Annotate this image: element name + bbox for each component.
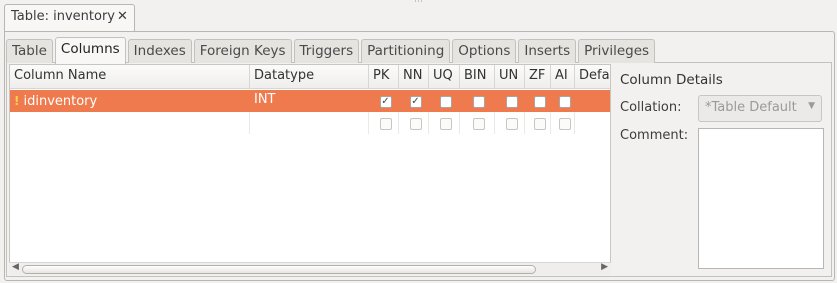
uq-checkbox[interactable]: [440, 118, 452, 130]
tab-indexes[interactable]: Indexes: [127, 39, 192, 63]
datatype-cell[interactable]: [250, 112, 369, 134]
document-tab[interactable]: Table: inventory ✕: [4, 4, 135, 32]
scrollbar-thumb[interactable]: [22, 265, 536, 274]
header-pk[interactable]: PK: [369, 65, 399, 89]
tab-foreign-keys[interactable]: Foreign Keys: [193, 39, 292, 63]
column-name-cell[interactable]: ! idinventory: [10, 90, 250, 112]
scroll-left-icon[interactable]: ◀: [12, 262, 19, 272]
columns-grid[interactable]: Column Name Datatype PK NN UQ BIN UN ZF …: [9, 64, 611, 275]
header-datatype[interactable]: Datatype: [250, 65, 369, 89]
pane-resize-grip[interactable]: ⋯: [412, 0, 424, 7]
tab-columns[interactable]: Columns: [54, 37, 126, 64]
zf-checkbox[interactable]: [533, 96, 546, 108]
header-default[interactable]: Defa: [575, 65, 610, 89]
uq-cell: [429, 112, 460, 134]
document-tab-label: Table: inventory: [11, 9, 115, 24]
comment-label: Comment:: [620, 128, 689, 143]
un-checkbox[interactable]: [505, 118, 518, 130]
header-un[interactable]: UN: [495, 65, 525, 89]
tab-privileges[interactable]: Privileges: [578, 39, 656, 63]
collation-label: Collation:: [620, 100, 682, 115]
pk-checkbox[interactable]: [379, 118, 392, 130]
close-icon[interactable]: ✕: [117, 9, 128, 24]
column-details-title: Column Details: [620, 72, 723, 88]
bin-cell: [460, 112, 495, 134]
ai-cell: [551, 112, 575, 134]
grid-header: Column Name Datatype PK NN UQ BIN UN ZF …: [10, 65, 610, 89]
zf-cell: [525, 112, 551, 134]
nn-checkbox[interactable]: ✓: [409, 96, 422, 108]
tab-table[interactable]: Table: [6, 39, 53, 63]
un-cell: [495, 90, 525, 112]
nn-cell: ✓: [399, 90, 429, 112]
uq-cell: [429, 90, 460, 112]
table-row[interactable]: [10, 112, 610, 134]
uq-checkbox[interactable]: [440, 96, 452, 108]
tab-triggers[interactable]: Triggers: [293, 39, 360, 63]
ai-cell: [551, 90, 575, 112]
default-cell[interactable]: [575, 112, 610, 134]
pk-cell: [369, 112, 399, 134]
bin-cell: [460, 90, 495, 112]
nn-cell: [399, 112, 429, 134]
comment-textarea[interactable]: [698, 128, 824, 269]
column-details-panel: Column Details: [620, 72, 826, 88]
chevron-down-icon: ▼: [808, 101, 815, 111]
pk-cell: ✓: [369, 90, 399, 112]
horizontal-scrollbar[interactable]: ◀ ▶: [9, 262, 611, 275]
collation-select: *Table Default ▼: [698, 95, 822, 122]
un-checkbox[interactable]: [505, 96, 518, 108]
tab-options[interactable]: Options: [452, 39, 517, 63]
tab-inserts[interactable]: Inserts: [518, 39, 577, 63]
header-ai[interactable]: AI: [551, 65, 575, 89]
default-cell[interactable]: [575, 90, 610, 112]
datatype-cell[interactable]: INT: [250, 90, 369, 112]
nn-checkbox[interactable]: [409, 118, 422, 130]
ai-checkbox[interactable]: [558, 96, 571, 108]
scroll-right-icon[interactable]: ▶: [601, 262, 608, 272]
table-row[interactable]: ! idinventory INT ✓ ✓: [10, 90, 610, 112]
collation-value: *Table Default: [705, 100, 797, 115]
header-bin[interactable]: BIN: [460, 65, 495, 89]
header-column-name[interactable]: Column Name: [10, 65, 250, 89]
bin-checkbox[interactable]: [473, 118, 485, 130]
header-nn[interactable]: NN: [399, 65, 429, 89]
pk-checkbox[interactable]: ✓: [379, 96, 392, 108]
key-icon: !: [14, 94, 20, 108]
un-cell: [495, 112, 525, 134]
ai-checkbox[interactable]: [558, 118, 571, 130]
editor-tabs: Table Columns Indexes Foreign Keys Trigg…: [6, 37, 657, 64]
header-uq[interactable]: UQ: [429, 65, 460, 89]
column-name-value: idinventory: [23, 93, 98, 109]
zf-cell: [525, 90, 551, 112]
bin-checkbox[interactable]: [473, 96, 485, 108]
zf-checkbox[interactable]: [533, 118, 546, 130]
header-zf[interactable]: ZF: [525, 65, 551, 89]
tab-partitioning[interactable]: Partitioning: [361, 39, 451, 63]
column-name-cell[interactable]: [10, 112, 250, 134]
